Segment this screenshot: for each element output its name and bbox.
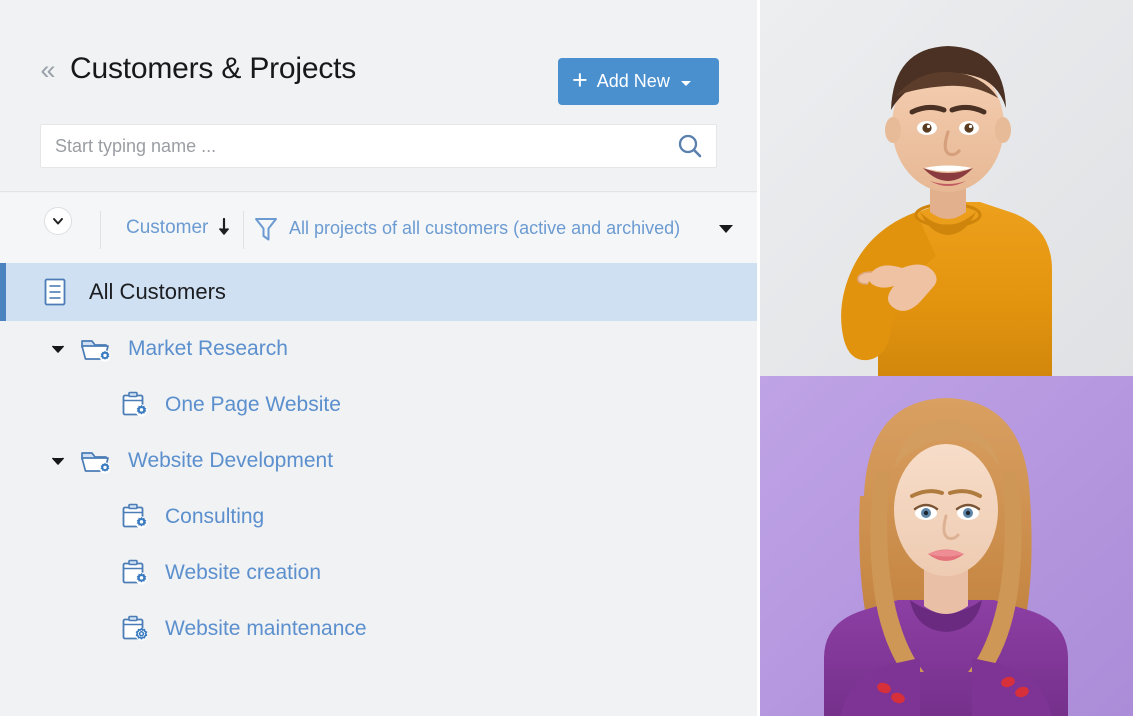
chevron-down-icon[interactable] bbox=[49, 340, 67, 358]
plus-icon: + bbox=[572, 64, 588, 95]
tree-row-all-customers[interactable]: All Customers bbox=[0, 263, 757, 321]
tree-row-website-development[interactable]: Website Development bbox=[0, 433, 757, 489]
filter-dropdown-caret-icon[interactable] bbox=[719, 225, 733, 233]
panel-header: « Customers & Projects + Add New bbox=[0, 0, 757, 192]
tree-row-label: Website creation bbox=[165, 561, 322, 584]
project-board-gear-icon bbox=[121, 502, 151, 532]
customer-project-tree: All Customers Market Research One Page W… bbox=[0, 263, 757, 716]
tree-row-label: All Customers bbox=[89, 279, 226, 304]
chevron-down-icon bbox=[53, 218, 63, 225]
add-new-button[interactable]: + Add New bbox=[558, 58, 719, 105]
tree-row-one-page-website[interactable]: One Page Website bbox=[0, 377, 757, 433]
divider bbox=[243, 211, 244, 249]
tree-row-label: Consulting bbox=[165, 505, 265, 528]
project-board-gear-icon bbox=[121, 390, 151, 420]
project-board-gear-icon bbox=[121, 614, 151, 644]
sort-by-customer-label[interactable]: Customer bbox=[126, 217, 208, 239]
search-box bbox=[40, 124, 717, 168]
filter-description-label[interactable]: All projects of all customers (active an… bbox=[289, 218, 680, 239]
search-icon[interactable] bbox=[664, 125, 716, 167]
tree-row-label: Website Development bbox=[128, 449, 334, 472]
add-new-label: Add New bbox=[596, 71, 670, 91]
folder-gear-icon bbox=[80, 334, 114, 364]
tree-row-website-maintenance[interactable]: Website maintenance bbox=[0, 601, 757, 657]
chevron-down-icon[interactable] bbox=[49, 452, 67, 470]
divider bbox=[100, 211, 101, 249]
photo-woman-purple-sweater bbox=[760, 376, 1133, 716]
app-root: « Customers & Projects + Add New Start t… bbox=[0, 0, 1133, 716]
photo-column bbox=[757, 0, 1133, 716]
customers-projects-panel: « Customers & Projects + Add New Start t… bbox=[0, 0, 757, 716]
arrow-down-icon[interactable] bbox=[215, 216, 233, 238]
tree-row-consulting[interactable]: Consulting bbox=[0, 489, 757, 545]
search-input[interactable] bbox=[41, 125, 664, 167]
tree-row-website-creation[interactable]: Website creation bbox=[0, 545, 757, 601]
tree-row-label: Website maintenance bbox=[165, 617, 367, 640]
expand-all-toggle-button[interactable] bbox=[44, 207, 72, 235]
funnel-icon[interactable] bbox=[253, 214, 279, 244]
page-title: Customers & Projects bbox=[70, 52, 357, 85]
project-board-gear-icon bbox=[121, 558, 151, 588]
folder-gear-icon bbox=[80, 446, 114, 476]
list-document-icon bbox=[42, 277, 68, 307]
caret-down-icon bbox=[680, 80, 691, 86]
tree-row-label: Market Research bbox=[128, 337, 288, 360]
chevrons-left-icon[interactable]: « bbox=[35, 55, 61, 85]
tree-row-market-research[interactable]: Market Research bbox=[0, 321, 757, 377]
photo-man-orange-sweater-pointing bbox=[760, 0, 1133, 376]
tree-row-label: One Page Website bbox=[165, 393, 341, 416]
